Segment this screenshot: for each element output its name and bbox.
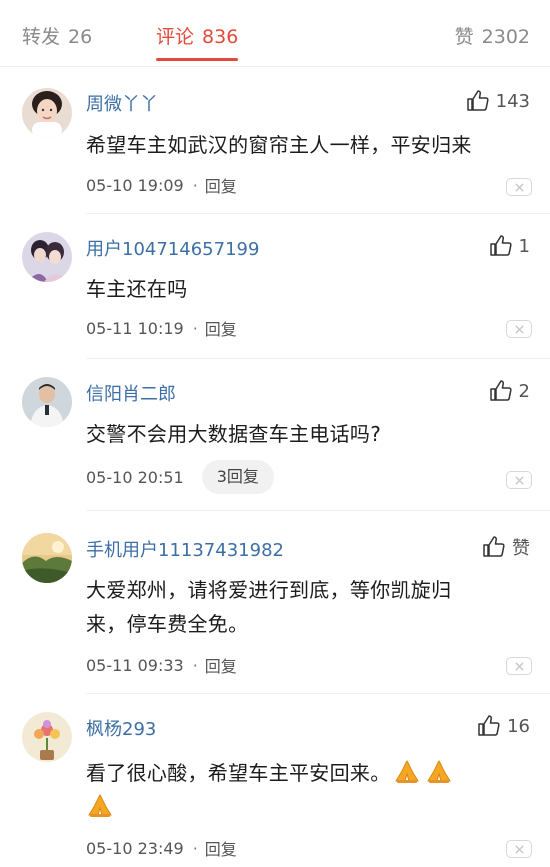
dismiss-button[interactable] — [506, 178, 532, 196]
thumbs-up-icon — [466, 90, 489, 111]
comment-tabs: 转发 26 评论 836 赞 2302 — [0, 0, 550, 67]
reply-button[interactable]: 回复 — [205, 653, 237, 677]
tab-comment[interactable]: 评论 836 — [156, 22, 238, 49]
comment-item: 信阳肖二郎 2 交警不会用大数据查车主电话吗? 05-10 20:51 3回复 — [0, 359, 550, 511]
avatar[interactable] — [22, 88, 72, 138]
thumbs-up-icon — [478, 715, 500, 736]
like-button[interactable]: 2 — [489, 378, 530, 404]
comment-text: 大爱郑州，请将爱进行到底，等你凯旋归 来，停车费全免。 — [86, 573, 526, 641]
active-tab-indicator — [156, 58, 238, 61]
comment-meta: 05-10 23:49 · 回复 — [86, 833, 237, 863]
tab-like[interactable]: 赞 2302 — [455, 22, 530, 49]
avatar[interactable] — [22, 712, 72, 762]
like-button[interactable]: 143 — [466, 88, 530, 114]
dismiss-button[interactable] — [506, 657, 532, 675]
view-replies-button[interactable]: 3回复 — [201, 460, 274, 494]
avatar[interactable] — [22, 533, 72, 583]
comment-text: 交警不会用大数据查车主电话吗? — [86, 422, 382, 446]
like-count: 143 — [495, 90, 530, 112]
thumbs-up-icon — [489, 380, 512, 401]
avatar[interactable] — [22, 377, 72, 427]
meta-separator: · — [192, 838, 198, 858]
praying-hands-icon — [86, 792, 114, 818]
like-label: 赞 — [512, 538, 530, 559]
like-count: 1 — [518, 235, 530, 257]
close-icon — [514, 475, 524, 485]
praying-hands-icon — [425, 758, 453, 784]
comment-text: 车主还在吗 — [86, 277, 188, 301]
tab-comment-label: 评论 — [156, 26, 195, 48]
comment-item: 用户104714657199 1 车主还在吗 05-11 10:19 · 回复 — [0, 214, 550, 359]
dismiss-button[interactable] — [506, 320, 532, 338]
username[interactable]: 信阳肖二郎 — [86, 380, 176, 406]
comment-text-line: 来，停车费全免。 — [86, 612, 249, 636]
avatar[interactable] — [22, 232, 72, 282]
comment-text: 希望车主如武汉的窗帘主人一样，平安归来 — [86, 133, 472, 157]
username[interactable]: 枫杨293 — [86, 715, 156, 741]
meta-separator: · — [192, 655, 198, 675]
comment-time: 05-10 19:09 — [86, 175, 184, 195]
dismiss-button[interactable] — [506, 471, 532, 489]
comment-time: 05-10 20:51 — [86, 467, 184, 487]
avatar-woman-image — [22, 88, 72, 138]
comment-meta: 05-11 09:33 · 回复 — [86, 650, 237, 680]
username[interactable]: 用户104714657199 — [86, 235, 259, 261]
comment-meta: 05-11 10:19 · 回复 — [86, 313, 237, 343]
comment-text-content: 看了很心酸，希望车主平安回来。 — [86, 761, 391, 785]
avatar-flower-image — [22, 712, 72, 762]
reply-button[interactable]: 回复 — [205, 316, 237, 340]
comment-item: 手机用户11137431982 赞 大爱郑州，请将爱进行到底，等你凯旋归 来，停… — [0, 511, 550, 694]
tab-repost-count: 26 — [68, 26, 93, 48]
like-button[interactable]: 赞 — [482, 534, 530, 560]
thumbs-up-icon — [483, 536, 505, 557]
tab-repost[interactable]: 转发 26 — [22, 22, 92, 49]
reply-button[interactable]: 回复 — [205, 836, 237, 860]
close-icon — [514, 324, 524, 334]
close-icon — [514, 661, 524, 671]
like-button[interactable]: 16 — [477, 713, 530, 739]
comment-text: 看了很心酸，希望车主平安回来。 — [86, 756, 526, 824]
like-count: 2 — [518, 380, 530, 402]
comment-item: 周微丫丫 143 希望车主如武汉的窗帘主人一样，平安归来 05-10 19:09… — [0, 66, 550, 214]
meta-separator: · — [192, 175, 198, 195]
close-icon — [514, 182, 524, 192]
tab-comment-count: 836 — [202, 26, 239, 48]
comment-item: 枫杨293 16 看了很心酸，希望车主平安回来。 05-10 23:49 · 回… — [0, 694, 550, 867]
avatar-landscape-image — [22, 533, 72, 583]
username[interactable]: 手机用户11137431982 — [86, 536, 284, 562]
like-button[interactable]: 1 — [489, 233, 530, 259]
tab-repost-label: 转发 — [22, 26, 61, 48]
username[interactable]: 周微丫丫 — [86, 90, 158, 116]
reply-button[interactable]: 回复 — [205, 173, 237, 197]
praying-hands-icon — [393, 758, 421, 784]
comment-time: 05-11 10:19 — [86, 318, 184, 338]
thumbs-up-icon — [489, 235, 512, 256]
comment-time: 05-10 23:49 — [86, 838, 184, 858]
comment-time: 05-11 09:33 — [86, 655, 184, 675]
comment-meta: 05-10 20:51 3回复 — [86, 460, 274, 494]
tab-like-count: 2302 — [481, 26, 530, 48]
avatar-man-image — [22, 377, 72, 427]
comment-meta: 05-10 19:09 · 回复 — [86, 170, 237, 200]
comment-text-line: 大爱郑州，请将爱进行到底，等你凯旋归 — [86, 578, 452, 602]
close-icon — [514, 844, 524, 854]
dismiss-button[interactable] — [506, 840, 532, 858]
avatar-drama-image — [22, 232, 72, 282]
tab-like-label: 赞 — [454, 26, 474, 48]
meta-separator: · — [192, 318, 198, 338]
like-count: 16 — [507, 715, 530, 737]
